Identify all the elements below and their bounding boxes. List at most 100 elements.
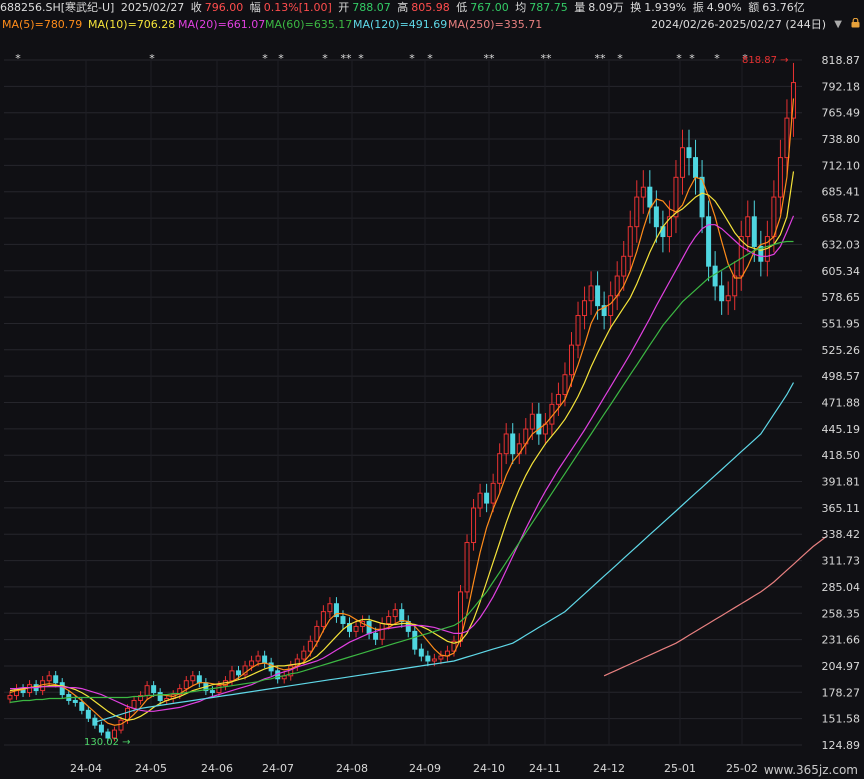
date-range[interactable]: 2024/02/26-2025/02/27 (244日) (651, 17, 826, 33)
candle-body (301, 650, 307, 660)
y-tick-label: 525.26 (822, 344, 861, 357)
candle-body (510, 433, 516, 455)
candle-body (196, 675, 202, 684)
candle-body (72, 699, 78, 703)
candle-body (595, 285, 601, 307)
y-tick-label: 471.88 (822, 397, 861, 410)
y-tick-label: 498.57 (822, 370, 861, 383)
x-tick-label: 24-05 (135, 762, 167, 775)
candle-body (327, 603, 333, 613)
y-tick-label: 338.42 (822, 528, 861, 541)
y-tick-label: 231.66 (822, 634, 861, 647)
candle-body (151, 685, 157, 694)
candle-body (262, 655, 268, 664)
ma-line-ma250 (603, 536, 827, 677)
candle-body (536, 413, 542, 435)
ma60-legend[interactable]: MA(60)=635.17 (265, 17, 352, 33)
y-tick-label: 658.72 (822, 212, 861, 225)
candle-body (118, 719, 124, 731)
candle-body (79, 701, 85, 711)
candle-body (562, 374, 568, 395)
event-marker: * (689, 52, 695, 65)
x-tick-label: 24-04 (70, 762, 102, 775)
x-tick-label: 24-07 (262, 762, 294, 775)
ma250-legend[interactable]: MA(250)=335.71 (448, 17, 542, 33)
candle-body (477, 492, 483, 509)
candle-body (627, 226, 633, 257)
y-tick-label: 551.95 (822, 317, 861, 330)
candle-body (438, 655, 444, 660)
candle-body (255, 655, 261, 662)
candle-body (157, 692, 163, 701)
candle-body (131, 699, 137, 709)
amount-value: 63.76亿 (762, 1, 805, 14)
x-tick-label: 24-10 (473, 762, 505, 775)
dropdown-arrow-icon[interactable]: ▼ (834, 17, 842, 33)
y-tick-label: 578.65 (822, 291, 861, 304)
ma5-legend[interactable]: MA(5)=780.79 (2, 17, 82, 33)
y-axis: 818.87 792.18 765.49 738.80 712.10 685.41 658.… (822, 54, 861, 752)
candle-body (568, 344, 574, 376)
candle-body (399, 609, 405, 623)
y-tick-label: 365.11 (822, 502, 861, 515)
candle-body (412, 630, 418, 650)
y-tick-label: 418.50 (822, 449, 861, 462)
ma-line-ma60 (9, 240, 794, 703)
y-tick-label: 818.87 (822, 54, 861, 67)
ma-line-ma20 (10, 215, 795, 712)
candle-body (588, 285, 594, 302)
candle-body (386, 616, 392, 624)
event-marker: * (278, 52, 284, 65)
open-label: 开 (338, 1, 350, 14)
volume-value: 8.09万 (588, 1, 624, 14)
candle-body (229, 670, 235, 682)
candle-body (320, 611, 326, 627)
event-marker: ** (341, 52, 353, 65)
stock-code[interactable]: 688256.SH[寒武纪-U] (0, 1, 114, 14)
low-value: 767.00 (470, 1, 509, 14)
candle-body (555, 393, 561, 405)
candle-body (53, 675, 59, 684)
y-tick-label: 204.97 (822, 660, 861, 673)
candle-body (418, 648, 424, 657)
close-value: 796.00 (204, 1, 244, 14)
ma20-legend[interactable]: MA(20)=661.07 (178, 17, 265, 33)
candle-body (464, 542, 470, 593)
ma-line-ma10 (9, 171, 795, 721)
candle-body (373, 632, 379, 640)
candle-body (719, 285, 725, 302)
lock-icon[interactable] (851, 18, 860, 28)
amount-label: 额 (748, 1, 760, 14)
candle-body (425, 655, 431, 662)
candle-body (314, 625, 320, 642)
candle-body (431, 658, 437, 662)
candle-body (732, 275, 738, 297)
event-marker: ** (541, 52, 553, 65)
y-tick-label: 765.49 (822, 107, 861, 120)
candle-body (582, 300, 588, 317)
high-label: 高 (397, 1, 409, 14)
candle-body (679, 147, 685, 178)
event-marker: * (358, 52, 364, 65)
y-tick-label: 151.58 (822, 713, 861, 726)
candle-body (144, 685, 150, 697)
min-price-label: 130.02 → (84, 737, 131, 748)
y-tick-label: 605.34 (822, 265, 861, 278)
change-value: 0.13%[1.00] (263, 1, 332, 14)
watermark: www.365jz.com (763, 763, 858, 777)
volume-label: 量 (574, 1, 586, 14)
candle-body (503, 433, 509, 455)
price-chart[interactable]: 818.87 792.18 765.49 738.80 712.10 685.41 658.… (0, 0, 864, 779)
event-marker: * (322, 52, 328, 65)
candle-body (379, 622, 385, 640)
candle-body (784, 117, 790, 159)
candle-body (653, 206, 659, 228)
candle-body (190, 675, 196, 682)
candle-body (46, 675, 52, 682)
candle-body (621, 255, 627, 277)
candle-body (529, 413, 535, 430)
x-axis: 24-04 24-05 24-06 24-07 24-08 24-09 24-10 24-11… (70, 762, 758, 775)
ma120-legend[interactable]: MA(120)=491.69 (353, 17, 447, 33)
candle-body (307, 640, 313, 652)
ma10-legend[interactable]: MA(10)=706.28 (88, 17, 175, 33)
